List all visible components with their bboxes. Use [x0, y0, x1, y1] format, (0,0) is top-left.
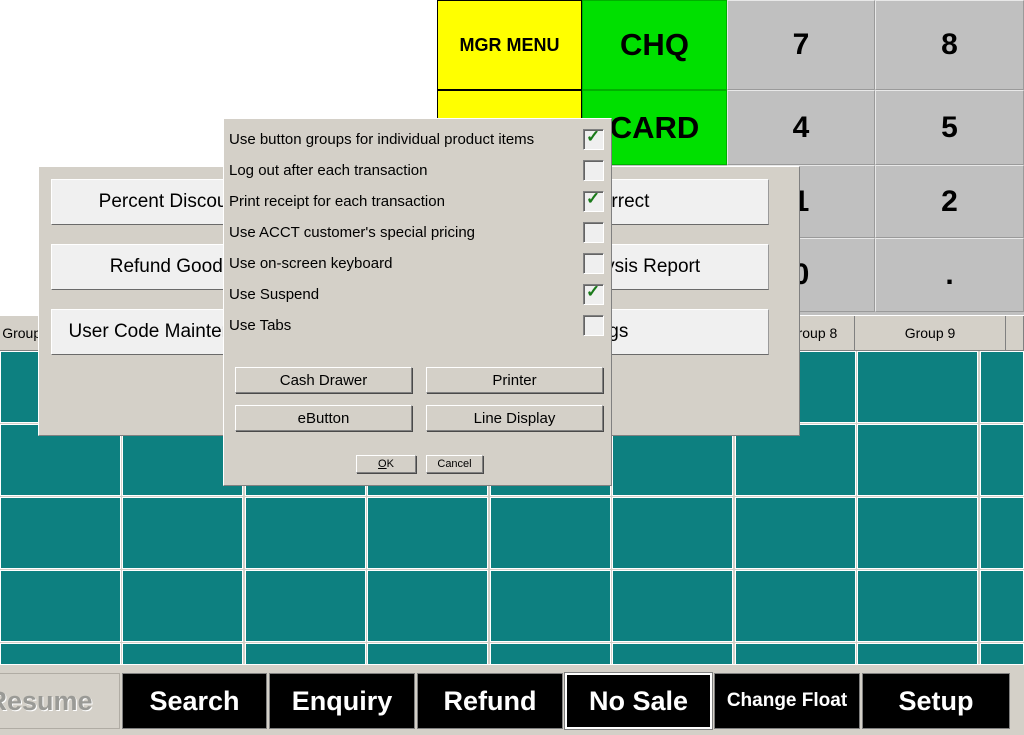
settings-option-checkbox[interactable] [583, 281, 604, 305]
settings-option-checkbox[interactable] [583, 126, 604, 150]
function-button-enquiry[interactable]: Enquiry [269, 673, 415, 729]
pos-key-5[interactable]: 5 [875, 90, 1024, 165]
function-button-label: Change Float [726, 690, 848, 711]
pos-key-label: . [945, 258, 954, 291]
function-button-label: Resume [0, 685, 93, 716]
pos-key-2[interactable]: 2 [875, 165, 1024, 238]
product-cell[interactable] [612, 570, 733, 642]
settings-option-row[interactable]: Use button groups for individual product… [229, 125, 607, 153]
function-button-search[interactable]: Search [122, 673, 267, 729]
function-button-label: Refund [443, 685, 537, 716]
product-cell[interactable] [980, 351, 1024, 423]
device-button-label: eButton [297, 409, 350, 427]
pos-key-8[interactable]: 8 [875, 0, 1024, 90]
manager-button-label: Refund Goods [109, 256, 233, 277]
settings-option-label: Use on-screen keyboard [229, 254, 393, 272]
pos-key-label: 4 [792, 110, 810, 144]
product-cell[interactable] [0, 570, 121, 642]
device-button-label: Line Display [473, 409, 556, 427]
function-button-change-float[interactable]: Change Float [714, 673, 860, 729]
product-cell[interactable] [490, 570, 611, 642]
product-cell[interactable] [122, 570, 243, 642]
group-tab-3[interactable]: Group 9 [855, 316, 1006, 350]
settings-option-label: Use button groups for individual product… [229, 130, 535, 148]
function-button-label: Search [149, 685, 240, 716]
settings-option-label: Print receipt for each transaction [229, 192, 445, 210]
function-button-setup[interactable]: Setup [862, 673, 1010, 729]
product-cell[interactable] [367, 570, 488, 642]
product-cell[interactable] [857, 497, 978, 569]
settings-option-checkbox[interactable] [583, 159, 604, 181]
product-cell[interactable] [122, 497, 243, 569]
settings-option-label: Use Suspend [229, 285, 320, 303]
ok-button[interactable]: OK [356, 455, 416, 473]
settings-option-checkbox[interactable] [583, 221, 604, 243]
pos-key-label: CHQ [620, 27, 689, 62]
product-cell[interactable] [980, 497, 1024, 569]
settings-option-checkbox[interactable] [583, 252, 604, 274]
product-cell[interactable] [980, 424, 1024, 496]
group-tab-4[interactable] [1006, 316, 1024, 350]
pos-key-7[interactable]: 7 [727, 0, 875, 90]
pos-key-chq[interactable]: CHQ [582, 0, 727, 90]
pos-key-label: 2 [941, 184, 958, 218]
product-cell[interactable] [490, 497, 611, 569]
product-cell[interactable] [0, 497, 121, 569]
ok-button-label-rest: K [386, 458, 394, 470]
settings-option-checkbox[interactable] [583, 188, 604, 212]
settings-option-row[interactable]: Use ACCT customer's special pricing [229, 218, 607, 246]
product-cell[interactable] [857, 424, 978, 496]
product-cell[interactable] [735, 570, 856, 642]
settings-dialog: Use button groups for individual product… [223, 118, 612, 486]
pos-key-label: MGR MENU [459, 34, 560, 55]
manager-button-label: Percent Discount [98, 191, 244, 212]
settings-option-checkbox[interactable] [583, 314, 604, 336]
function-button-refund[interactable]: Refund [417, 673, 563, 729]
settings-option-row[interactable]: Print receipt for each transaction [229, 187, 607, 215]
settings-option-label: Use ACCT customer's special pricing [229, 223, 476, 241]
function-button-label: Enquiry [291, 685, 393, 716]
function-button-bar: Resume Search Enquiry Refund No Sale Change F… [0, 664, 1024, 735]
device-button-line-display[interactable]: Line Display [426, 405, 603, 431]
function-button-resume: Resume [0, 673, 120, 729]
device-button-label: Cash Drawer [279, 371, 368, 389]
pos-key-label: 5 [941, 110, 958, 144]
product-cell[interactable] [245, 570, 366, 642]
ok-button-accelerator: O [378, 458, 387, 470]
cancel-button-label: Cancel [437, 458, 472, 470]
pos-key-label: CARD [609, 109, 700, 145]
settings-option-row[interactable]: Use on-screen keyboard [229, 249, 607, 277]
pos-key--[interactable]: . [875, 238, 1024, 312]
product-cell[interactable] [857, 351, 978, 423]
function-button-label: Setup [898, 685, 974, 716]
product-cell[interactable] [735, 497, 856, 569]
function-button-no-sale[interactable]: No Sale [564, 672, 713, 730]
settings-option-label: Use Tabs [229, 316, 292, 334]
device-button-cash-drawer[interactable]: Cash Drawer [235, 367, 412, 393]
settings-option-row[interactable]: Log out after each transaction [229, 156, 607, 184]
device-button-printer[interactable]: Printer [426, 367, 603, 393]
product-cell[interactable] [612, 497, 733, 569]
product-cell[interactable] [367, 497, 488, 569]
device-button-ebutton[interactable]: eButton [235, 405, 412, 431]
product-cell[interactable] [857, 570, 978, 642]
settings-option-label: Log out after each transaction [229, 161, 428, 179]
product-cell[interactable] [245, 497, 366, 569]
pos-key-mgr-menu[interactable]: MGR MENU [437, 0, 582, 90]
cancel-button[interactable]: Cancel [426, 455, 483, 473]
product-cell[interactable] [980, 570, 1024, 642]
settings-option-row[interactable]: Use Tabs [229, 311, 607, 339]
device-button-label: Printer [492, 371, 537, 389]
settings-option-row[interactable]: Use Suspend [229, 280, 607, 308]
pos-key-label: 8 [941, 28, 958, 61]
function-button-label: No Sale [588, 685, 689, 716]
pos-key-label: 7 [792, 28, 810, 61]
pos-key-4[interactable]: 4 [727, 90, 875, 165]
group-tab-label: Group 9 [904, 325, 956, 341]
